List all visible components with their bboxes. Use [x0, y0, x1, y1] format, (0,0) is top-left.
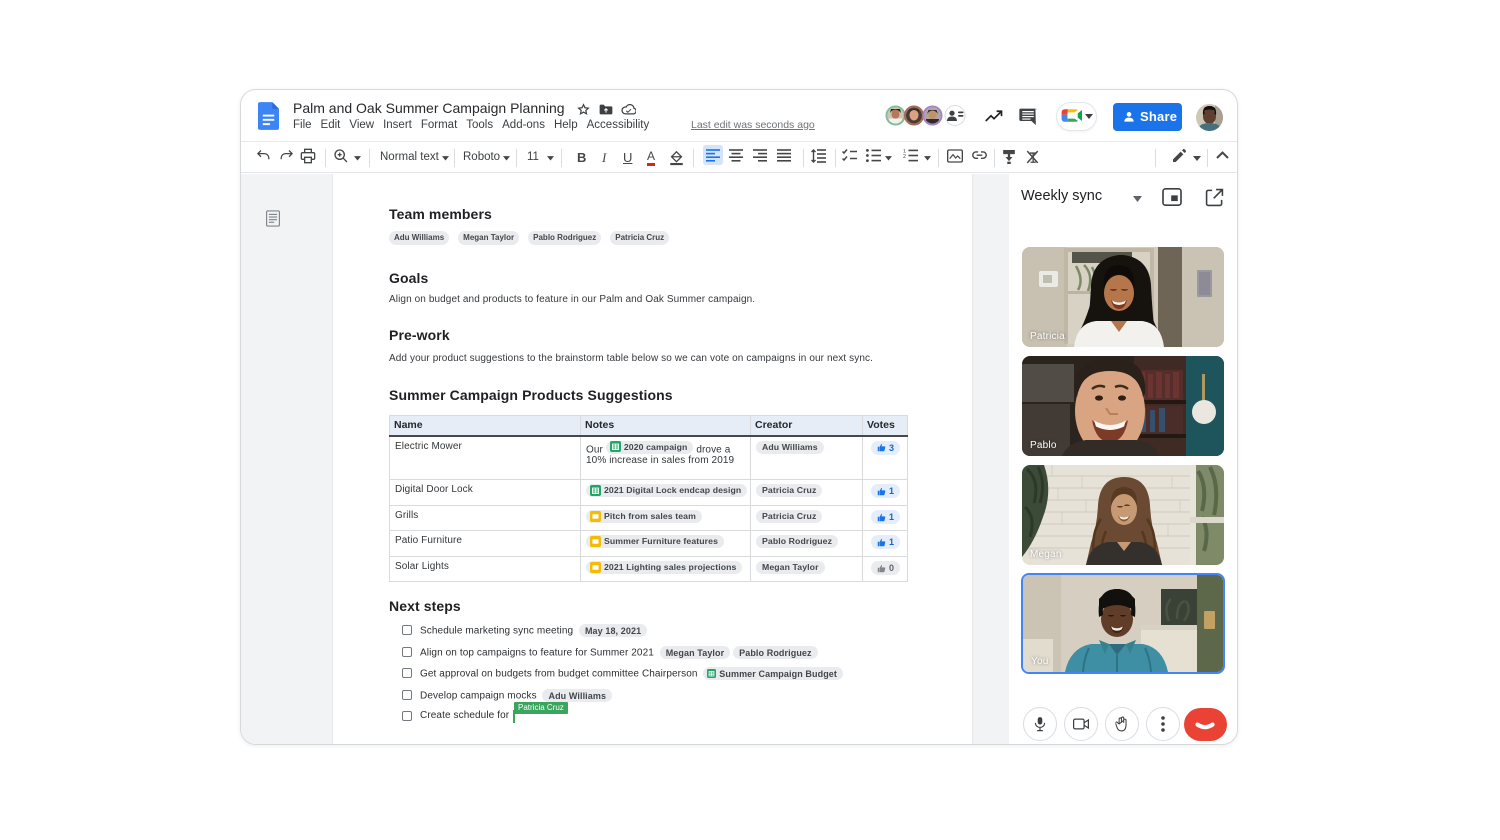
svg-text:2: 2 — [903, 154, 906, 160]
